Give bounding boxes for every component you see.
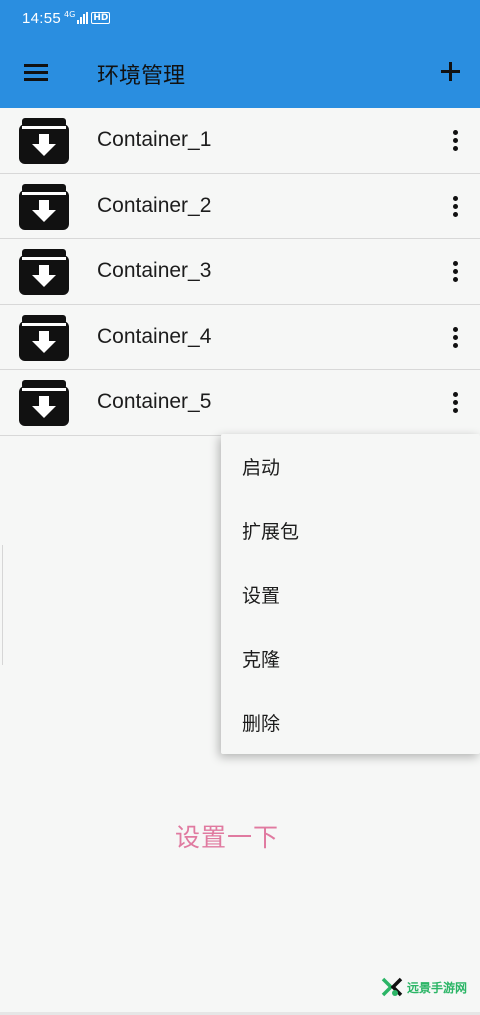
list-item[interactable]: Container_4 — [0, 304, 480, 370]
container-name: Container_3 — [97, 259, 212, 282]
more-vert-icon[interactable] — [446, 194, 464, 220]
menu-item-settings[interactable]: 设置 — [221, 562, 480, 626]
archive-download-icon — [19, 118, 69, 164]
network-type: 4G — [64, 9, 76, 19]
edge-handle — [0, 545, 3, 665]
archive-download-icon — [19, 380, 69, 426]
caption-text: 设置一下 — [175, 823, 280, 852]
list-item[interactable]: Container_3 — [0, 239, 480, 305]
menu-item-start[interactable]: 启动 — [221, 434, 480, 498]
status-bar: 14:55 4G HD — [0, 0, 480, 36]
container-list: Container_1 Container_2 Container_3 Cont… — [0, 108, 480, 436]
watermark: 远景手游网 — [381, 977, 467, 997]
more-vert-icon[interactable] — [446, 390, 464, 416]
context-menu: 启动 扩展包 设置 克隆 删除 — [221, 434, 480, 754]
menu-item-extensions[interactable]: 扩展包 — [221, 498, 480, 562]
status-time: 14:55 — [22, 9, 62, 27]
container-name: Container_1 — [97, 128, 212, 151]
archive-download-icon — [19, 249, 69, 295]
container-name: Container_4 — [97, 324, 212, 348]
hd-badge: HD — [91, 12, 111, 24]
container-name: Container_2 — [97, 193, 212, 217]
more-vert-icon[interactable] — [446, 259, 464, 285]
more-vert-icon[interactable] — [446, 128, 464, 154]
list-item[interactable]: Container_2 — [0, 173, 480, 239]
list-item[interactable]: Container_1 — [0, 108, 480, 174]
plus-icon[interactable] — [437, 58, 465, 86]
menu-item-clone[interactable]: 克隆 — [221, 626, 480, 690]
more-vert-icon[interactable] — [446, 325, 464, 351]
menu-item-delete[interactable]: 删除 — [221, 690, 480, 754]
list-item[interactable]: Container_5 — [0, 370, 480, 436]
watermark-text: 远景手游网 — [407, 980, 468, 995]
hamburger-menu-icon[interactable] — [24, 62, 52, 84]
watermark-logo-icon — [381, 977, 403, 997]
archive-download-icon — [19, 183, 69, 230]
app-bar: 环境管理 — [0, 36, 480, 108]
signal-icon — [77, 12, 89, 24]
page-title: 环境管理 — [97, 64, 186, 89]
archive-download-icon — [19, 314, 69, 361]
container-name: Container_5 — [97, 390, 212, 413]
